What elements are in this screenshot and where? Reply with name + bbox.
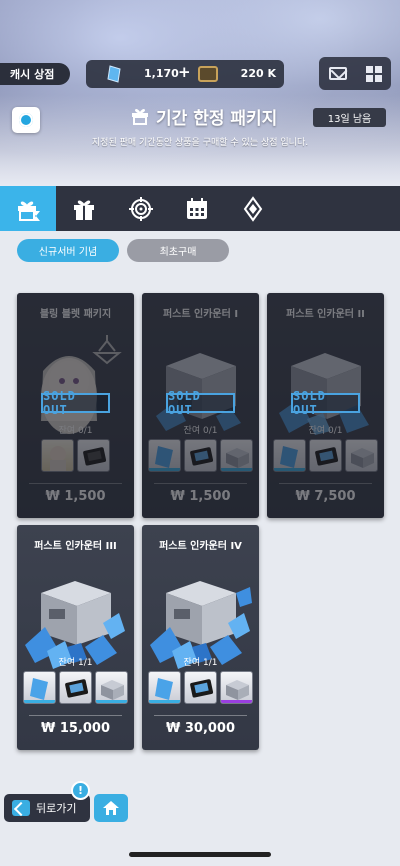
item-slots [23, 439, 128, 475]
mail-icon[interactable] [328, 67, 347, 80]
back-label: 뒤로가기 [36, 802, 77, 815]
package-card-3[interactable]: 퍼스트 인카운터 II 잔여 0/1 ₩ 7,500 SOLD OUT [267, 293, 384, 518]
item-slot[interactable] [309, 439, 342, 472]
item-slot[interactable] [77, 439, 110, 472]
shop-label: 캐시 상점 [0, 63, 70, 85]
crystal-icon [107, 65, 121, 83]
item-slot[interactable] [184, 439, 217, 472]
price-divider [29, 715, 122, 716]
add-crystal-button[interactable]: + [178, 63, 191, 81]
supply-crate-art [279, 353, 369, 435]
item-slot[interactable] [95, 671, 128, 704]
tab-limited-package[interactable] [0, 186, 56, 231]
sold-out-stamp: SOLD OUT [41, 389, 110, 417]
page-title-row: 기간 한정 패키지 [130, 104, 278, 129]
tab-diamond[interactable] [225, 186, 281, 231]
character-portrait-art [41, 335, 122, 434]
item-slot[interactable] [345, 439, 378, 472]
grid-menu-icon[interactable] [365, 65, 382, 82]
package-title: 퍼스트 인카운터 IV [159, 541, 242, 552]
package-title: 퍼스트 인카운터 III [34, 541, 117, 552]
price-divider [29, 483, 122, 484]
home-icon [103, 801, 119, 815]
page-subtitle: 지정된 판매 기간동안 상품을 구매할 수 있는 상점 입니다. [91, 138, 309, 148]
package-title: 블링 블렛 패키지 [39, 309, 112, 320]
package-card-4[interactable]: 퍼스트 인카운터 III 잔여 1/1 ₩ 15,000 [17, 525, 134, 750]
headset-icon [19, 113, 33, 127]
ticket-amount: 220 K [240, 67, 276, 80]
package-price: ₩ 1,500 [45, 489, 106, 504]
item-slot[interactable] [41, 439, 74, 472]
back-arrow-icon [12, 800, 30, 816]
target-icon [129, 196, 153, 221]
currency-bar: 1,170 + 220 K [86, 60, 284, 88]
price-divider [154, 715, 247, 716]
home-indicator [129, 852, 271, 857]
ticket-icon [198, 66, 218, 82]
remaining-count: 잔여 0/1 [183, 426, 218, 436]
sold-out-stamp: SOLD OUT [166, 389, 235, 417]
calendar-icon [187, 197, 207, 219]
package-price: ₩ 1,500 [170, 489, 231, 504]
package-title: 퍼스트 인카운터 I [162, 309, 239, 320]
sold-out-stamp: SOLD OUT [291, 389, 360, 417]
package-card-5[interactable]: 퍼스트 인카운터 IV 잔여 1/1 ₩ 30,000 [142, 525, 259, 750]
item-slot[interactable] [273, 439, 306, 472]
tab-calendar[interactable] [169, 186, 225, 231]
item-slots [273, 439, 378, 475]
item-slot[interactable] [148, 439, 181, 472]
package-card-1[interactable]: 블링 블렛 패키지 잔여 0/1 ₩ 1,500 SOLD OUT [17, 293, 134, 518]
tab-gift[interactable] [56, 186, 112, 231]
support-button[interactable] [12, 107, 40, 133]
supply-crate-art [156, 353, 241, 431]
subtab-new-server[interactable]: 신규서버 기념 [17, 239, 119, 262]
limited-package-icon [18, 201, 40, 221]
item-slot[interactable] [23, 671, 56, 704]
item-slots [23, 671, 128, 707]
page-title: 기간 한정 패키지 [156, 108, 278, 129]
remaining-count: 잔여 0/1 [58, 426, 93, 436]
category-tabbar [0, 186, 400, 231]
price-divider [154, 483, 247, 484]
item-slot[interactable] [220, 671, 253, 704]
remaining-count: 잔여 1/1 [183, 658, 218, 668]
price-divider [279, 483, 372, 484]
header-background [0, 0, 400, 190]
days-left-badge: 13일 남음 [313, 108, 386, 127]
alert-badge: ! [71, 781, 90, 800]
item-slot[interactable] [148, 671, 181, 704]
package-price: ₩ 15,000 [40, 721, 111, 736]
remaining-count: 잔여 0/1 [308, 426, 343, 436]
package-title: 퍼스트 인카운터 II [286, 309, 365, 320]
package-price: ₩ 7,500 [295, 489, 356, 504]
remaining-count: 잔여 1/1 [58, 658, 93, 668]
crystal-amount: 1,170 [144, 67, 179, 80]
package-card-2[interactable]: 퍼스트 인카운터 I 잔여 0/1 ₩ 1,500 SOLD OUT [142, 293, 259, 518]
item-slot[interactable] [220, 439, 253, 472]
item-slots [148, 671, 253, 707]
item-slots [148, 439, 253, 475]
tab-target[interactable] [113, 186, 169, 231]
gift-icon [74, 200, 94, 220]
header-icon-group [319, 57, 391, 90]
package-price: ₩ 30,000 [165, 721, 236, 736]
gift-hourglass-icon [132, 109, 148, 125]
item-slot[interactable] [184, 671, 217, 704]
item-slot[interactable] [59, 671, 92, 704]
subtab-first-purchase[interactable]: 최초구매 [127, 239, 229, 262]
home-button[interactable] [94, 794, 128, 822]
diamond-icon [243, 195, 263, 222]
